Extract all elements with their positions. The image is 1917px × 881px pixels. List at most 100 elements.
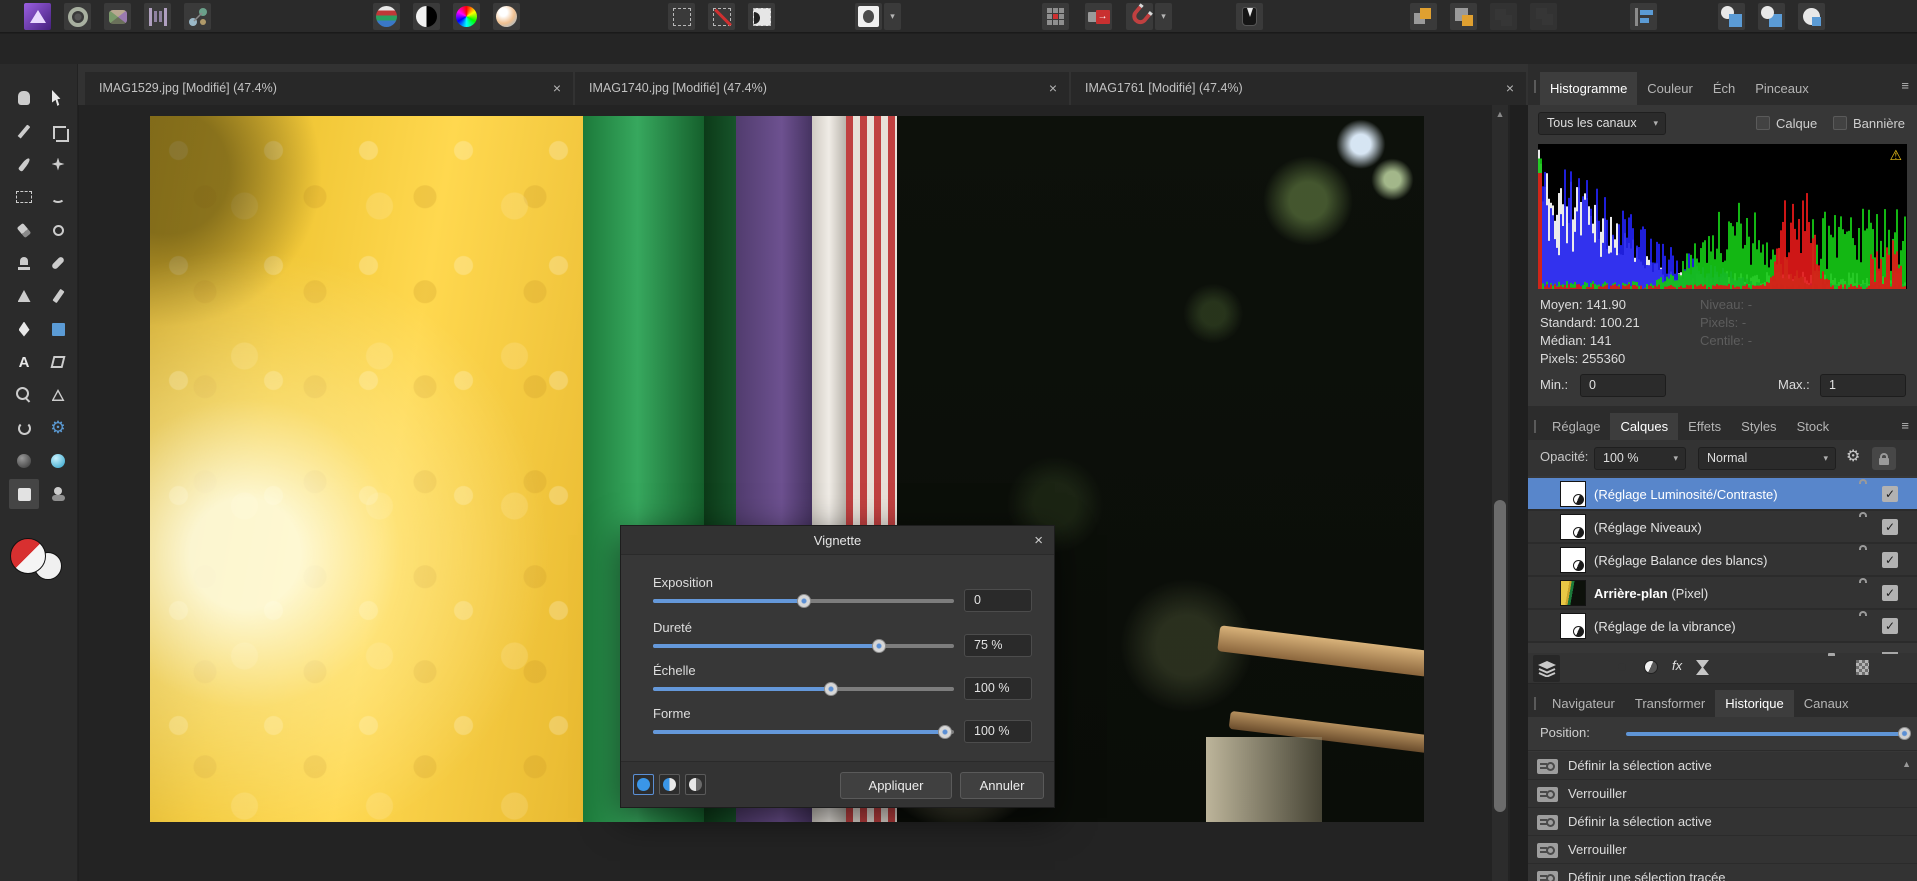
tab-echantillon[interactable]: Éch — [1703, 72, 1745, 105]
color-wheel-persona-button[interactable] — [453, 3, 480, 30]
marquee-selection-tool[interactable] — [9, 182, 39, 212]
visibility-checkbox[interactable]: ✓ — [1882, 519, 1898, 535]
layer-lock-button[interactable] — [1872, 447, 1896, 470]
visibility-checkbox[interactable]: ✓ — [1882, 552, 1898, 568]
visibility-checkbox[interactable]: ✓ — [1882, 585, 1898, 601]
invert-selection-button[interactable] — [748, 3, 775, 30]
layer-row-niveaux[interactable]: (Réglage Niveaux) ✓ — [1528, 511, 1917, 544]
layer-thumbnail-pixel[interactable] — [1560, 580, 1586, 606]
layer-row-balance[interactable]: (Réglage Balance des blancs) ✓ — [1528, 544, 1917, 577]
tab-couleur[interactable]: Couleur — [1637, 72, 1703, 105]
history-item[interactable]: Définir la sélection active ▲ — [1528, 752, 1917, 780]
histogram-display[interactable]: ⚠ — [1538, 144, 1907, 289]
slider-thumb[interactable] — [823, 682, 838, 696]
layer-stack-button[interactable] — [1533, 655, 1560, 682]
durete-slider[interactable] — [653, 639, 954, 653]
dialog-title-bar[interactable]: Vignette × — [621, 526, 1054, 555]
quick-mask-dropdown[interactable]: ▾ — [884, 3, 901, 30]
scroll-up-icon[interactable]: ▲ — [1492, 109, 1508, 119]
banniere-checkbox[interactable] — [1833, 116, 1847, 130]
tab-reglage[interactable]: Réglage — [1542, 413, 1610, 440]
view-tool[interactable] — [9, 83, 39, 113]
quick-mask-button[interactable] — [855, 3, 882, 30]
tab-navigateur[interactable]: Navigateur — [1542, 690, 1625, 717]
calque-checkbox[interactable] — [1756, 116, 1770, 130]
move-to-front-button[interactable] — [1450, 3, 1477, 30]
pixel-grid-button[interactable] — [1042, 3, 1069, 30]
history-item[interactable]: Verrouiller — [1528, 780, 1917, 808]
mesh-warp-tool[interactable] — [43, 347, 73, 377]
echelle-slider[interactable] — [653, 682, 954, 696]
text-tool[interactable]: A — [9, 347, 39, 377]
panel-menu-icon[interactable]: ≡ — [1901, 418, 1909, 433]
burn-brush-tool[interactable] — [43, 281, 73, 311]
panel-menu-icon[interactable]: ≡ — [1901, 78, 1909, 93]
doc-tab-3[interactable]: IMAG1761 [Modifié] (47.4%) × — [1071, 72, 1526, 105]
canvas-vertical-scrollbar[interactable]: ▲ — [1492, 105, 1508, 881]
tab-calques[interactable]: Calques — [1610, 413, 1679, 440]
panel-drag-handle[interactable] — [1534, 697, 1536, 710]
tab-transformer[interactable]: Transformer — [1625, 690, 1715, 717]
sphere-persona-button[interactable] — [493, 3, 520, 30]
position-slider-thumb[interactable] — [1898, 727, 1911, 740]
vignette-preview-before-button[interactable] — [685, 774, 706, 795]
position-slider[interactable] — [1626, 732, 1904, 736]
export-persona-button[interactable] — [184, 3, 211, 30]
boolean-subtract-button[interactable] — [1758, 3, 1785, 30]
visibility-checkbox[interactable]: ✓ — [1882, 486, 1898, 502]
apply-button[interactable]: Appliquer — [840, 772, 952, 799]
snapping-button[interactable] — [1126, 3, 1153, 30]
affinity-photo-logo-button[interactable] — [24, 3, 51, 30]
dodge-brush-tool[interactable] — [9, 281, 39, 311]
layer-row-luminosite[interactable]: (Réglage Luminosité/Contraste) ✓ — [1528, 478, 1917, 511]
freehand-selection-tool[interactable] — [43, 182, 73, 212]
square-tool-selected[interactable] — [9, 479, 39, 509]
stripes-persona-button[interactable] — [373, 3, 400, 30]
deselect-button[interactable] — [708, 3, 735, 30]
pen-tool[interactable] — [9, 314, 39, 344]
vignette-preview-split-button[interactable] — [659, 774, 680, 795]
scrollbar-thumb[interactable] — [1494, 500, 1506, 812]
crop-tool[interactable] — [43, 116, 73, 146]
sphere-warp-tool[interactable] — [9, 446, 39, 476]
layer-thumbnail[interactable] — [1560, 547, 1586, 573]
layer-settings-gear-icon[interactable]: ⚙ — [1846, 446, 1860, 466]
move-to-back-button[interactable] — [1410, 3, 1437, 30]
selection-brush-tool[interactable] — [43, 215, 73, 245]
move-tool[interactable] — [43, 83, 73, 113]
add-adjustment-icon[interactable] — [1644, 660, 1658, 674]
doc-tab-2[interactable]: IMAG1740.jpg [Modifié] (47.4%) × — [575, 72, 1069, 105]
tab-stock[interactable]: Stock — [1787, 413, 1840, 440]
boolean-add-button[interactable] — [1718, 3, 1745, 30]
layer-thumbnail[interactable] — [1560, 481, 1586, 507]
close-icon[interactable]: × — [553, 72, 561, 105]
tab-canaux[interactable]: Canaux — [1794, 690, 1859, 717]
tab-effets[interactable]: Effets — [1678, 413, 1731, 440]
history-item[interactable]: Verrouiller — [1528, 836, 1917, 864]
forme-value-field[interactable]: 100 % — [964, 720, 1032, 743]
new-layer-icon[interactable] — [1856, 660, 1869, 675]
develop-persona-button[interactable] — [104, 3, 131, 30]
healing-brush-tool[interactable] — [43, 248, 73, 278]
document-canvas[interactable]: ▲ Vignette × Exposition 0 Dureté 75 % Éc… — [79, 105, 1510, 881]
layer-row-arriere-plan[interactable]: Arrière-plan (Pixel) ✓ — [1528, 577, 1917, 610]
slider-thumb[interactable] — [937, 725, 952, 739]
insert-behind-button[interactable] — [1085, 3, 1112, 30]
layer-thumbnail[interactable] — [1560, 514, 1586, 540]
snapping-dropdown[interactable]: ▾ — [1155, 3, 1172, 30]
live-filter-icon[interactable] — [1696, 660, 1709, 675]
close-icon[interactable]: × — [1506, 72, 1514, 105]
blemish-removal-tool[interactable] — [43, 149, 73, 179]
paint-brush-tool[interactable] — [9, 149, 39, 179]
doc-tab-1[interactable]: IMAG1529.jpg [Modifié] (47.4%) × — [85, 72, 573, 105]
rectangle-tool[interactable] — [43, 314, 73, 344]
sculpt-tool[interactable] — [43, 479, 73, 509]
close-icon[interactable]: × — [1034, 526, 1043, 555]
channels-dropdown[interactable]: Tous les canaux ▾ — [1538, 112, 1666, 135]
settings-tool[interactable]: ⚙ — [43, 413, 73, 443]
select-all-button[interactable] — [668, 3, 695, 30]
slider-thumb[interactable] — [871, 639, 886, 653]
twirl-tool[interactable] — [43, 446, 73, 476]
panel-drag-handle[interactable] — [1534, 80, 1536, 93]
boolean-intersect-button[interactable] — [1798, 3, 1825, 30]
